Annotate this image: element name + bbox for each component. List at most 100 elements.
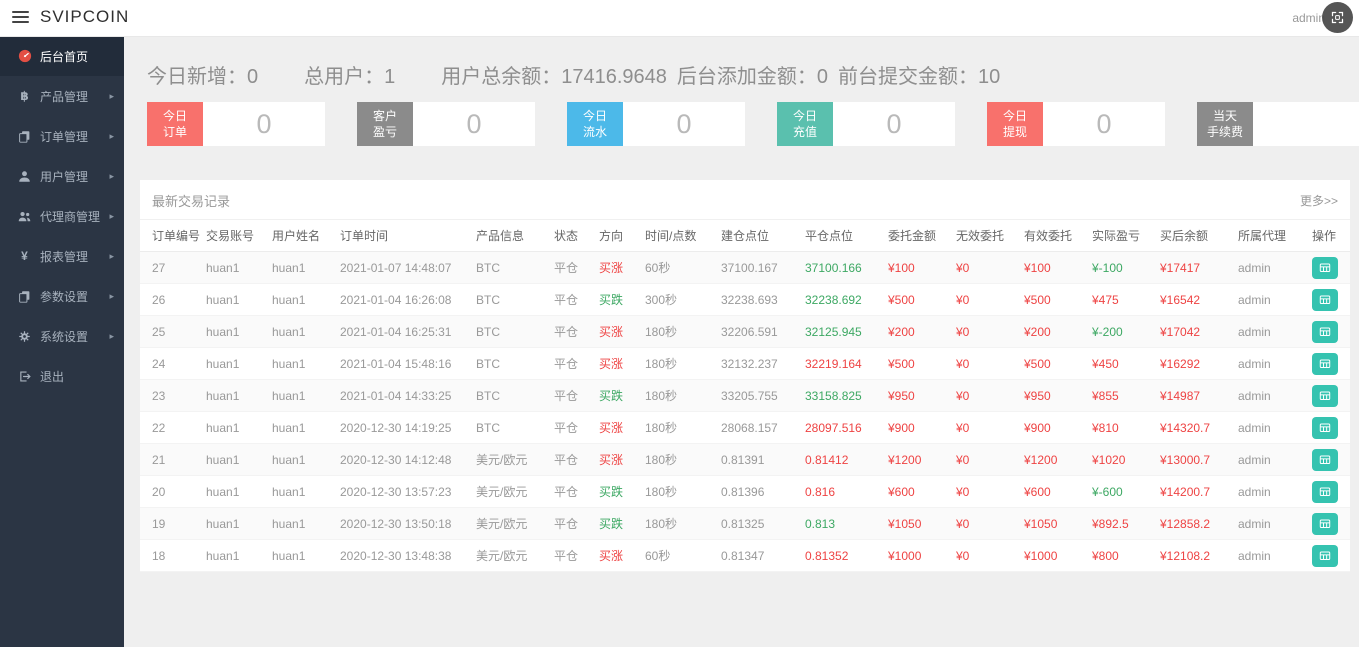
stat-card-label: 当天 手续费 xyxy=(1197,102,1253,146)
table-row: 23 huan1 huan1 2021-01-04 14:33:25 BTC 平仓 买跌 18… xyxy=(140,379,1350,412)
order-detail-button[interactable] xyxy=(1312,288,1338,311)
cell-status: 平仓 xyxy=(550,411,595,444)
column-header: 用户姓名 xyxy=(268,220,336,252)
column-header: 订单时间 xyxy=(336,220,472,252)
order-detail-button[interactable] xyxy=(1312,352,1338,375)
cell-amount: ¥500 xyxy=(884,283,952,316)
cell-name: huan1 xyxy=(268,507,336,540)
stat-card-value: 0 xyxy=(413,102,535,146)
cell-valid: ¥1200 xyxy=(1020,443,1088,476)
cell-amount: ¥100 xyxy=(884,251,952,284)
cell-time: 2021-01-07 14:48:07 xyxy=(336,251,472,284)
sidebar-item-reports[interactable]: ¥ 报表管理 ▸ xyxy=(0,236,124,276)
sidebar-item-agents[interactable]: 代理商管理 ▸ xyxy=(0,196,124,236)
cell-invalid: ¥0 xyxy=(952,507,1020,540)
cell-name: huan1 xyxy=(268,379,336,412)
cell-balance: ¥16292 xyxy=(1156,347,1234,380)
cell-agent: admin xyxy=(1234,411,1308,444)
cell-account: huan1 xyxy=(202,379,268,412)
order-detail-button[interactable] xyxy=(1312,448,1338,471)
main-content: 今日新增：0 总用户：1 用户总余额：17416.9648 后台添加金额：0 前台提交金… xyxy=(124,36,1359,647)
chevron-right-icon: ▸ xyxy=(109,170,114,181)
order-detail-button[interactable] xyxy=(1312,480,1338,503)
cell-product: BTC xyxy=(472,283,550,316)
dashboard-icon xyxy=(16,49,33,63)
cell-action xyxy=(1308,411,1350,444)
cell-close_point: 37100.166 xyxy=(801,251,884,284)
cell-duration: 180秒 xyxy=(641,443,717,476)
column-header: 有效委托 xyxy=(1020,220,1088,252)
params-icon xyxy=(16,290,33,303)
order-detail-button[interactable] xyxy=(1312,512,1338,535)
order-detail-button[interactable] xyxy=(1312,544,1338,567)
sidebar-item-label: 订单管理 xyxy=(40,129,89,144)
cell-name: huan1 xyxy=(268,315,336,348)
cell-order_no: 18 xyxy=(140,539,202,572)
fullscreen-icon xyxy=(1331,11,1344,24)
cell-product: 美元/欧元 xyxy=(472,443,550,476)
cell-open_point: 37100.167 xyxy=(717,251,801,284)
sidebar-item-orders[interactable]: 订单管理 ▸ xyxy=(0,116,124,156)
cell-name: huan1 xyxy=(268,347,336,380)
cell-order_no: 22 xyxy=(140,411,202,444)
cell-invalid: ¥0 xyxy=(952,411,1020,444)
chevron-right-icon: ▸ xyxy=(109,90,114,101)
sidebar-item-users[interactable]: 用户管理 ▸ xyxy=(0,156,124,196)
cell-direction: 买涨 xyxy=(595,539,641,572)
sidebar-item-home[interactable]: 后台首页 xyxy=(0,36,124,76)
cell-time: 2020-12-30 13:48:38 xyxy=(336,539,472,572)
panel-head: 最新交易记录 更多>> xyxy=(140,180,1350,220)
cell-open_point: 32206.591 xyxy=(717,315,801,348)
cell-status: 平仓 xyxy=(550,443,595,476)
cell-account: huan1 xyxy=(202,475,268,508)
cell-duration: 60秒 xyxy=(641,251,717,284)
cell-open_point: 0.81391 xyxy=(717,443,801,476)
cell-balance: ¥17042 xyxy=(1156,315,1234,348)
order-detail-button[interactable] xyxy=(1312,256,1338,279)
cell-amount: ¥950 xyxy=(884,379,952,412)
stat-item: 前台提交金额：10 xyxy=(838,66,1001,88)
cell-close_point: 0.816 xyxy=(801,475,884,508)
cell-profit: ¥800 xyxy=(1088,539,1156,572)
stat-card-label: 今日 流水 xyxy=(567,102,623,146)
cell-valid: ¥200 xyxy=(1020,315,1088,348)
cell-valid: ¥900 xyxy=(1020,411,1088,444)
cell-duration: 180秒 xyxy=(641,507,717,540)
cell-action xyxy=(1308,507,1350,540)
trades-table: 订单编号 交易账号 用户姓名 订单时间 产品信息 状态 方向 时间/点数 建仓点位 平仓点位 委托金… xyxy=(140,220,1350,572)
stat-item: 后台添加金额：0 xyxy=(676,66,829,88)
cell-product: BTC xyxy=(472,411,550,444)
cell-product: 美元/欧元 xyxy=(472,539,550,572)
stat-card: 当天 手续费 xyxy=(1197,102,1359,146)
cell-status: 平仓 xyxy=(550,539,595,572)
sidebar-item-params[interactable]: 参数设置 ▸ xyxy=(0,276,124,316)
more-link[interactable]: 更多>> xyxy=(1300,192,1338,209)
cell-duration: 180秒 xyxy=(641,315,717,348)
cell-open_point: 0.81347 xyxy=(717,539,801,572)
chevron-right-icon: ▸ xyxy=(109,210,114,221)
sidebar-item-system[interactable]: 系统设置 ▸ xyxy=(0,316,124,356)
chevron-right-icon: ▸ xyxy=(109,250,114,261)
cell-profit: ¥810 xyxy=(1088,411,1156,444)
chevron-right-icon: ▸ xyxy=(109,130,114,141)
fullscreen-button[interactable] xyxy=(1322,2,1353,33)
cell-direction: 买涨 xyxy=(595,315,641,348)
sidebar-item-label: 系统设置 xyxy=(40,329,89,344)
cell-order_no: 25 xyxy=(140,315,202,348)
cell-order_no: 20 xyxy=(140,475,202,508)
sidebar-item-logout[interactable]: 退出 xyxy=(0,356,124,396)
order-detail-button[interactable] xyxy=(1312,384,1338,407)
cell-duration: 300秒 xyxy=(641,283,717,316)
order-detail-button[interactable] xyxy=(1312,320,1338,343)
cell-balance: ¥16542 xyxy=(1156,283,1234,316)
cell-status: 平仓 xyxy=(550,315,595,348)
current-user-label: admin xyxy=(1292,11,1325,25)
cell-time: 2021-01-04 14:33:25 xyxy=(336,379,472,412)
cell-valid: ¥500 xyxy=(1020,283,1088,316)
order-detail-button[interactable] xyxy=(1312,416,1338,439)
hamburger-menu-icon[interactable] xyxy=(12,11,29,24)
cell-balance: ¥12858.2 xyxy=(1156,507,1234,540)
column-header: 实际盈亏 xyxy=(1088,220,1156,252)
cell-amount: ¥200 xyxy=(884,315,952,348)
sidebar-item-products[interactable]: ฿ 产品管理 ▸ xyxy=(0,76,124,116)
